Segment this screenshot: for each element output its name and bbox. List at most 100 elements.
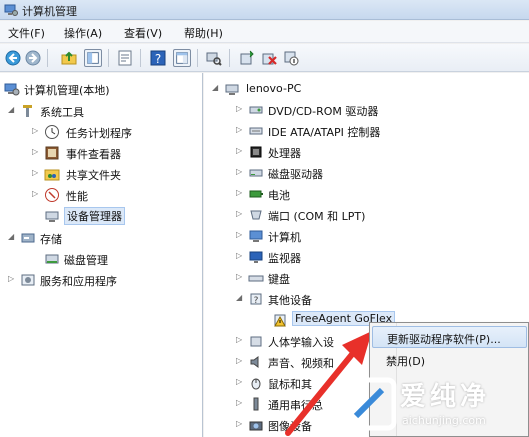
show-hide-tree-icon[interactable] <box>84 49 102 67</box>
expand-arrow-icon[interactable]: ▷ <box>236 398 246 408</box>
expand-arrow-icon[interactable]: ▷ <box>32 168 42 178</box>
menu-view[interactable]: 查看(V) <box>124 25 162 41</box>
mouse-icon <box>251 378 261 390</box>
collapse-arrow-icon[interactable]: ◢ <box>8 105 18 115</box>
menu-file[interactable]: 文件(F) <box>8 25 45 41</box>
ide-controller-icon <box>249 127 263 135</box>
context-item-update-driver[interactable]: 更新驱动程序软件(P)... <box>372 326 527 348</box>
expand-arrow-icon[interactable]: ▷ <box>236 209 246 219</box>
svg-text:?: ? <box>155 52 161 66</box>
expand-arrow-icon[interactable]: ▷ <box>32 126 42 136</box>
tree-item-performance[interactable]: ▷ 性能 <box>0 185 200 205</box>
expand-arrow-icon[interactable]: ▷ <box>236 251 246 261</box>
tree-item-system-tools[interactable]: ◢ 系统工具 <box>0 101 200 121</box>
toolbar-separator <box>229 49 230 67</box>
device-category-processor[interactable]: ▷ 处理器 <box>204 142 524 162</box>
device-category-keyboard[interactable]: ▷ 键盘 <box>204 268 524 288</box>
tree-item-label: 服务和应用程序 <box>40 275 117 288</box>
hid-icon <box>250 336 262 347</box>
expand-arrow-icon[interactable]: ▷ <box>8 274 18 284</box>
disable-icon[interactable] <box>282 49 300 67</box>
expand-arrow-icon[interactable]: ▷ <box>236 335 246 345</box>
properties-icon[interactable] <box>116 49 134 67</box>
help-icon[interactable]: ? <box>149 49 167 67</box>
toolbar-separator <box>197 49 198 67</box>
up-folder-icon[interactable] <box>60 49 78 67</box>
watermark-brand: 爱纯净 <box>400 382 491 412</box>
system-tools-icon <box>23 105 32 117</box>
device-category-battery[interactable]: ▷ 电池 <box>204 184 524 204</box>
expand-arrow-icon[interactable]: ▷ <box>236 104 246 114</box>
console-icon[interactable] <box>173 49 191 67</box>
battery-icon <box>249 190 263 198</box>
usb-icon <box>253 397 259 411</box>
device-category-computer[interactable]: ▷ 计算机 <box>204 226 524 246</box>
tree-item-label: 共享文件夹 <box>66 169 121 182</box>
tree-item-shared-folders[interactable]: ▷ 共享文件夹 <box>0 164 200 184</box>
expand-arrow-icon[interactable]: ▷ <box>236 356 246 366</box>
tree-item-device-manager[interactable]: 设备管理器 <box>0 206 200 226</box>
tree-item-label: 事件查看器 <box>66 148 121 161</box>
title-bar: 计算机管理 <box>0 0 529 20</box>
services-icon <box>21 274 35 286</box>
device-category-monitor[interactable]: ▷ 监视器 <box>204 247 524 267</box>
tree-item-disk-management[interactable]: 磁盘管理 <box>0 249 200 269</box>
collapse-arrow-icon[interactable]: ◢ <box>236 293 246 303</box>
toolbar-separator <box>108 49 109 67</box>
clock-icon <box>45 125 59 139</box>
device-category-label: 键盘 <box>268 273 290 286</box>
device-category-disk-drive[interactable]: ▷ 磁盘驱动器 <box>204 163 524 183</box>
menu-action[interactable]: 操作(A) <box>64 25 102 41</box>
menu-bar: 文件(F) 操作(A) 查看(V) 帮助(H) <box>0 21 529 43</box>
forward-icon[interactable] <box>24 49 42 67</box>
port-icon <box>250 210 262 220</box>
tree-item-computer-management[interactable]: 计算机管理(本地) <box>0 79 200 99</box>
device-category-other-devices[interactable]: ◢? 其他设备 <box>204 289 524 309</box>
expand-arrow-icon[interactable]: ▷ <box>236 377 246 387</box>
collapse-arrow-icon[interactable]: ◢ <box>212 83 222 93</box>
device-category-label: DVD/CD-ROM 驱动器 <box>268 105 379 118</box>
context-item-disable[interactable]: 禁用(D) <box>372 349 527 371</box>
expand-arrow-icon[interactable]: ▷ <box>32 147 42 157</box>
device-category-label: 端口 (COM 和 LPT) <box>268 210 366 223</box>
device-manager-icon <box>45 211 59 222</box>
computer-management-icon <box>4 4 18 16</box>
computer-icon <box>225 84 239 95</box>
expand-arrow-icon[interactable]: ▷ <box>236 125 246 135</box>
device-category-dvd-drive[interactable]: ▷ DVD/CD-ROM 驱动器 <box>204 100 524 120</box>
device-category-label: 监视器 <box>268 252 301 265</box>
toolbar-separator <box>47 49 48 67</box>
expand-arrow-icon[interactable]: ▷ <box>236 188 246 198</box>
sound-icon <box>250 356 259 368</box>
tree-item-event-viewer[interactable]: ▷ 事件查看器 <box>0 143 200 163</box>
tree-item-services-apps[interactable]: ▷ 服务和应用程序 <box>0 270 200 290</box>
expand-arrow-icon[interactable]: ▷ <box>236 230 246 240</box>
disk-drive-icon <box>249 169 263 177</box>
watermark: 爱纯净 aichunjing.com <box>338 372 529 437</box>
console-tree-pane: 计算机管理(本地) ◢ 系统工具 ▷ 任务计划程序 ▷ 事件查看器 ▷ 共享文件… <box>0 73 203 437</box>
scan-hardware-icon[interactable] <box>205 49 223 67</box>
device-tree-root[interactable]: ◢ lenovo-PC <box>204 79 524 99</box>
update-driver-icon[interactable] <box>238 49 256 67</box>
expand-arrow-icon[interactable]: ▷ <box>236 146 246 156</box>
menu-help[interactable]: 帮助(H) <box>184 25 223 41</box>
collapse-arrow-icon[interactable]: ◢ <box>8 232 18 242</box>
computer-management-icon <box>4 83 20 96</box>
watermark-url: aichunjing.com <box>402 414 486 427</box>
expand-arrow-icon[interactable]: ▷ <box>32 189 42 199</box>
expand-arrow-icon[interactable]: ▷ <box>236 167 246 177</box>
uninstall-icon[interactable] <box>260 49 278 67</box>
device-category-port[interactable]: ▷ 端口 (COM 和 LPT) <box>204 205 524 225</box>
device-category-ide-controller[interactable]: ▷ IDE ATA/ATAPI 控制器 <box>204 121 524 141</box>
keyboard-icon <box>248 275 264 282</box>
other-devices-icon: ? <box>250 293 262 306</box>
window-title: 计算机管理 <box>22 5 77 18</box>
tree-item-label: 设备管理器 <box>64 207 125 225</box>
expand-arrow-icon[interactable]: ▷ <box>236 272 246 282</box>
back-icon[interactable] <box>4 49 22 67</box>
tree-item-storage[interactable]: ◢ 存储 <box>0 228 200 248</box>
device-category-label: 电池 <box>268 189 290 202</box>
tree-item-label: 计算机管理(本地) <box>24 84 110 97</box>
tree-item-task-scheduler[interactable]: ▷ 任务计划程序 <box>0 122 200 142</box>
expand-arrow-icon[interactable]: ▷ <box>236 419 246 429</box>
